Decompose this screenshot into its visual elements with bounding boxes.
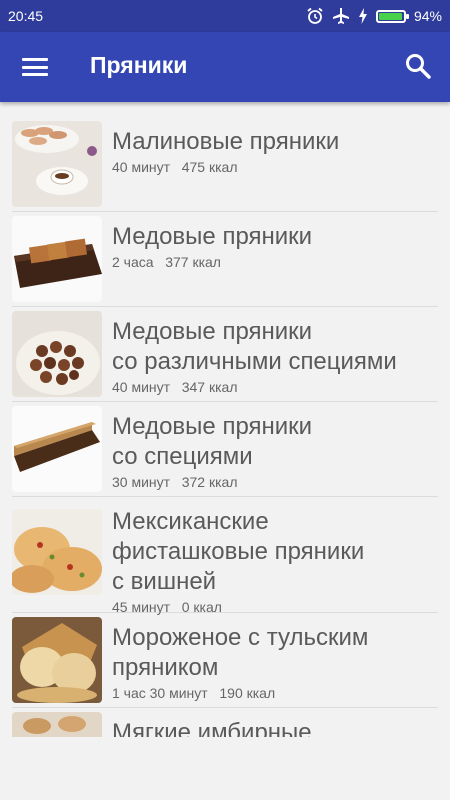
recipe-time: 30 минут: [112, 474, 171, 490]
recipe-time: 1 час 30 минут: [112, 685, 208, 701]
airplane-icon: [332, 8, 349, 24]
recipe-meta: 1 час 30 минут 190 ккал: [112, 685, 438, 701]
list-item[interactable]: Медовые пряники со специями 30 минут 372…: [12, 402, 438, 497]
status-time: 20:45: [8, 8, 44, 24]
list-item[interactable]: Медовые пряники со различными специями 4…: [12, 307, 438, 402]
charging-icon: [358, 8, 367, 24]
recipe-kcal: 377 ккал: [165, 254, 221, 270]
recipe-title: Медовые пряники со специями: [112, 413, 313, 470]
recipe-meta: 2 часа 377 ккал: [112, 254, 438, 270]
alarm-icon: [307, 7, 323, 24]
recipe-thumbnail: [12, 406, 102, 492]
recipe-thumbnail: [12, 121, 102, 207]
list-item[interactable]: Медовые пряники 2 часа 377 ккал: [12, 212, 438, 307]
recipe-text: Мягкие имбирные: [112, 718, 438, 737]
battery-icon: [375, 9, 409, 23]
recipe-thumbnail: [12, 216, 102, 302]
battery-level: [378, 12, 402, 20]
recipe-kcal: 475 ккал: [181, 159, 238, 175]
recipe-text: Малиновые пряники 40 минут 475 ккал: [112, 127, 438, 175]
recipe-title: Мягкие имбирные: [112, 719, 312, 737]
recipe-text: Медовые пряники со различными специями 4…: [112, 317, 438, 395]
list-item[interactable]: Мороженое с тульским пряником 1 час 30 м…: [12, 613, 438, 708]
recipe-kcal: 190 ккал: [219, 685, 276, 701]
recipe-time: 40 минут: [112, 159, 171, 175]
list-item[interactable]: Малиновые пряники 40 минут 475 ккал: [12, 117, 438, 212]
recipe-text: Медовые пряники со специями 30 минут 372…: [112, 412, 438, 490]
recipe-title: Малиновые пряники: [112, 128, 340, 155]
recipe-meta: 40 минут 347 ккал: [112, 379, 438, 395]
list-item[interactable]: Мягкие имбирные: [12, 708, 438, 737]
recipe-thumbnail: [12, 509, 102, 595]
search-icon[interactable]: [404, 52, 432, 80]
recipe-meta: 30 минут 372 ккал: [112, 474, 438, 490]
recipe-thumbnail: [12, 311, 102, 397]
recipe-text: Мороженое с тульским пряником 1 час 30 м…: [112, 623, 438, 701]
recipe-text: Медовые пряники 2 часа 377 ккал: [112, 222, 438, 270]
menu-icon[interactable]: [22, 54, 48, 80]
recipe-list[interactable]: Малиновые пряники 40 минут 475 ккал Медо…: [0, 117, 450, 737]
recipe-time: 2 часа: [112, 254, 154, 270]
recipe-title: Медовые пряники: [112, 223, 313, 250]
recipe-thumbnail: [12, 617, 102, 703]
app-bar: Пряники: [0, 32, 450, 102]
recipe-time: 40 минут: [112, 379, 171, 395]
list-item[interactable]: Мексиканские фисташковые пряники с вишне…: [12, 497, 438, 615]
page-title: Пряники: [90, 52, 188, 78]
recipe-thumbnail: [12, 712, 102, 737]
recipe-meta: 40 минут 475 ккал: [112, 159, 438, 175]
recipe-kcal: 372 ккал: [181, 474, 238, 490]
battery-percent: 94%: [413, 8, 442, 24]
recipe-title: Медовые пряники со различными специями: [112, 318, 397, 375]
recipe-title: Мороженое с тульским пряником: [112, 624, 369, 681]
status-icons: 94%: [306, 7, 442, 25]
recipe-title: Мексиканские фисташковые пряники с вишне…: [112, 508, 365, 595]
recipe-text: Мексиканские фисташковые пряники с вишне…: [112, 507, 438, 615]
status-bar: 20:45 94%: [0, 0, 450, 32]
recipe-kcal: 347 ккал: [181, 379, 238, 395]
